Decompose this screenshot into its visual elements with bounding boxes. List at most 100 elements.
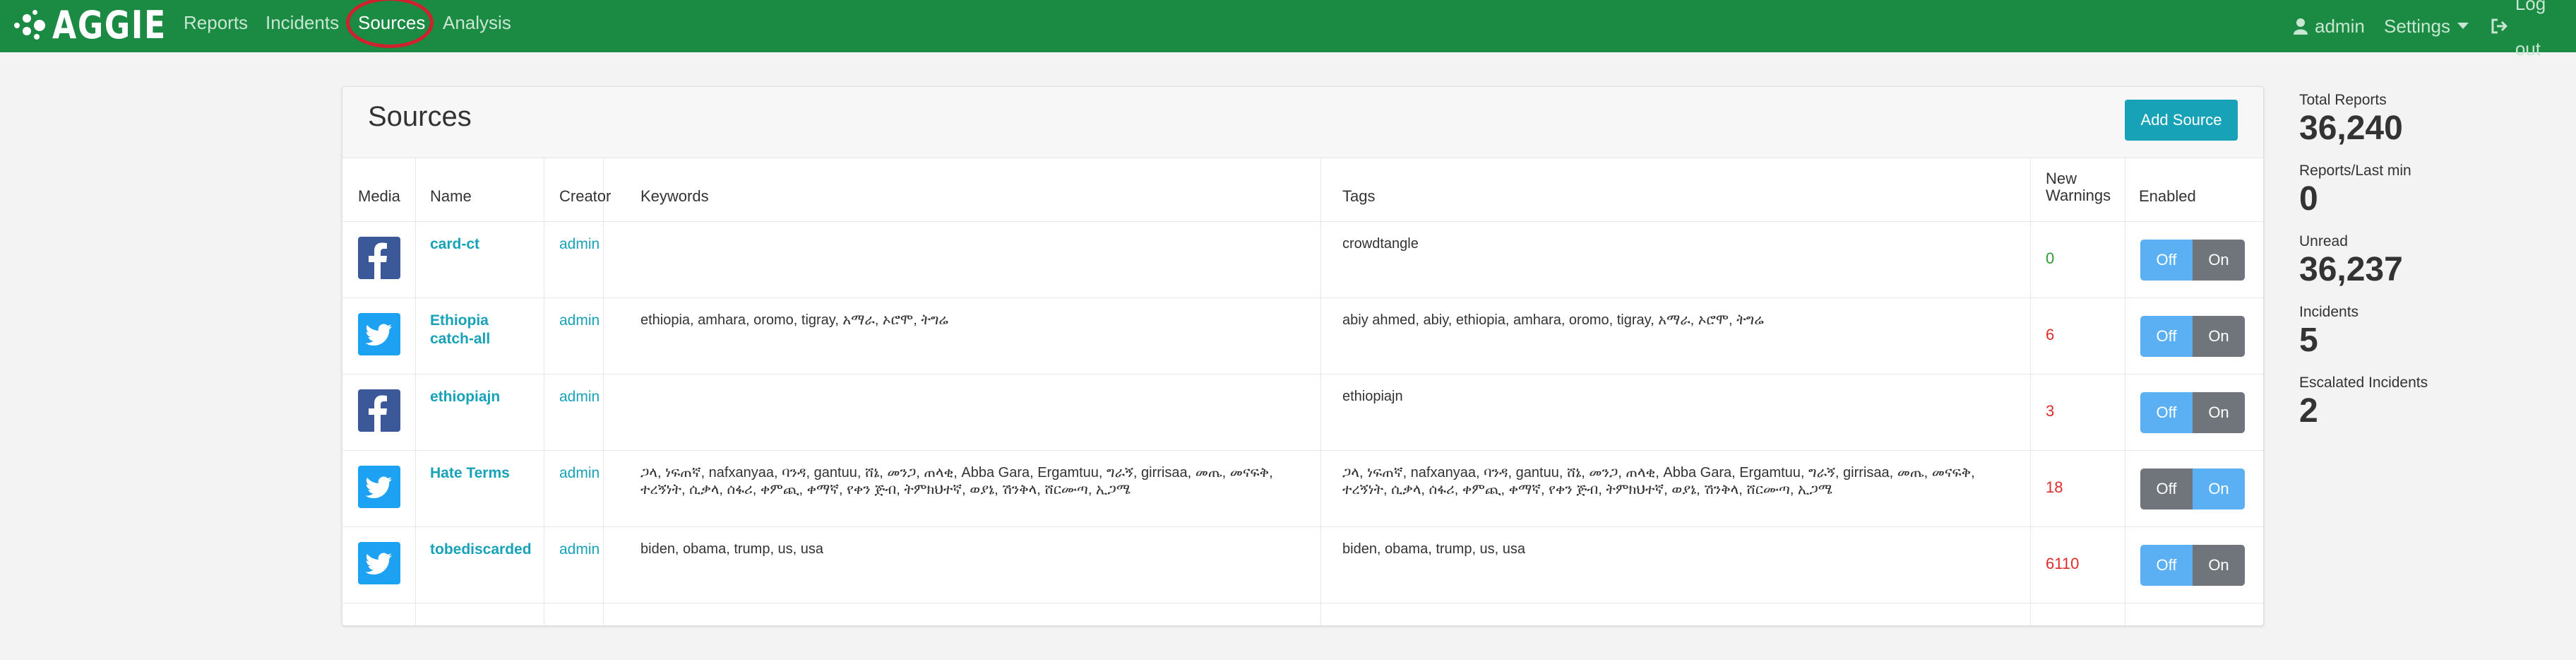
new-warnings-count: 3 bbox=[2046, 402, 2055, 420]
tags-cell: biden, obama, trump, us, usa bbox=[1342, 541, 2020, 558]
column-divider bbox=[2030, 158, 2031, 625]
toggle-on[interactable]: On bbox=[2193, 240, 2245, 281]
tags-cell: crowdtangle bbox=[1342, 235, 2020, 252]
source-name-line: catch-all bbox=[430, 331, 491, 347]
enabled-toggle[interactable]: Off On bbox=[2140, 240, 2245, 281]
header-keywords: Keywords bbox=[640, 187, 709, 205]
column-divider bbox=[603, 158, 604, 625]
header-new-warnings-line2: Warnings bbox=[2046, 187, 2111, 204]
toggle-off[interactable]: Off bbox=[2140, 545, 2193, 586]
tags-cell: ethiopiajn bbox=[1342, 388, 2020, 405]
row-divider bbox=[342, 374, 2263, 375]
new-warnings-count: 0 bbox=[2046, 249, 2055, 267]
stat-escalated-label: Escalated Incidents bbox=[2299, 375, 2428, 391]
new-warnings-count: 6 bbox=[2046, 326, 2055, 343]
brand-logo[interactable]: AGGIE bbox=[13, 4, 191, 47]
toggle-on[interactable]: On bbox=[2193, 469, 2245, 509]
enabled-toggle[interactable]: Off On bbox=[2140, 392, 2245, 433]
top-navbar: AGGIE Reports Incidents Sources Analysis… bbox=[0, 0, 2576, 59]
creator-link[interactable]: admin bbox=[559, 464, 600, 483]
twitter-icon bbox=[358, 313, 400, 355]
toggle-off[interactable]: Off bbox=[2140, 392, 2193, 433]
keywords-cell: ጋላ, ነፍጠኛ, nafxanyaa, ባንዳ, gantuu, ሸኔ, መን… bbox=[640, 464, 1318, 498]
column-divider bbox=[1320, 158, 1321, 625]
tags-cell: abiy ahmed, abiy, ethiopia, amhara, orom… bbox=[1342, 312, 2020, 329]
user-menu[interactable]: admin bbox=[2294, 0, 2365, 52]
tags-line: abiy ahmed, abiy, ethiopia, amhara, orom… bbox=[1342, 312, 1764, 328]
user-name: admin bbox=[2315, 16, 2365, 37]
facebook-icon bbox=[358, 237, 400, 279]
stat-total-reports-label: Total Reports bbox=[2299, 92, 2387, 108]
brand-name: AGGIE bbox=[52, 3, 167, 47]
toggle-off[interactable]: Off bbox=[2140, 316, 2193, 357]
page-title: Sources bbox=[368, 101, 472, 132]
creator-link[interactable]: admin bbox=[559, 235, 600, 254]
keywords-line: ethiopia, amhara, oromo, tigray, አማራ, ኦሮ… bbox=[640, 312, 948, 328]
panel-header: Sources Add Source bbox=[342, 87, 2263, 158]
toggle-off[interactable]: Off bbox=[2140, 469, 2193, 509]
toggle-off[interactable]: Off bbox=[2140, 240, 2193, 281]
nav-reports[interactable]: Reports bbox=[184, 0, 248, 52]
tags-cell: ጋላ, ነፍጠኛ, nafxanyaa, ባንዳ, gantuu, ሸኔ, መን… bbox=[1342, 464, 2020, 498]
keywords-line: biden, obama, trump, us, usa bbox=[640, 541, 824, 557]
tags-line: crowdtangle bbox=[1342, 236, 1419, 252]
tags-line: ተረኝነት, ሲቃላ, ሰፋሪ, ቀምጪ, ቀማኛ, የቀን ጅብ, ትምክህተ… bbox=[1342, 482, 1833, 497]
stat-incidents-value: 5 bbox=[2299, 322, 2318, 359]
facebook-icon bbox=[358, 389, 400, 432]
source-name-link[interactable]: ethiopiajn bbox=[430, 388, 500, 406]
sources-panel: Sources Add Source Media Name Creator Ke… bbox=[342, 86, 2264, 626]
tags-line: ጋላ, ነፍጠኛ, nafxanyaa, ባንዳ, gantuu, ሸኔ, መን… bbox=[1342, 465, 1975, 481]
header-media: Media bbox=[358, 187, 400, 205]
creator-link[interactable]: admin bbox=[559, 312, 600, 330]
nav-incidents[interactable]: Incidents bbox=[266, 0, 339, 52]
stat-reports-last-min-value: 0 bbox=[2299, 180, 2318, 218]
creator-link[interactable]: admin bbox=[559, 541, 600, 559]
row-divider bbox=[342, 526, 2263, 527]
keywords-line: ጋላ, ነፍጠኛ, nafxanyaa, ባንዳ, gantuu, ሸኔ, መን… bbox=[640, 465, 1273, 481]
enabled-toggle[interactable]: Off On bbox=[2140, 469, 2245, 509]
header-new-warnings-line1: New bbox=[2046, 170, 2077, 187]
row-divider bbox=[342, 221, 2263, 222]
source-name-link[interactable]: card-ct bbox=[430, 235, 479, 254]
row-divider bbox=[342, 297, 2263, 298]
header-tags: Tags bbox=[1342, 187, 1376, 205]
creator-link[interactable]: admin bbox=[559, 388, 600, 406]
stat-reports-last-min-label: Reports/Last min bbox=[2299, 163, 2411, 179]
logout-link[interactable]: Log out bbox=[2491, 0, 2576, 59]
logout-label: Log out bbox=[2515, 0, 2546, 59]
stat-total-reports-value: 36,240 bbox=[2299, 110, 2403, 147]
toggle-on[interactable]: On bbox=[2193, 316, 2245, 357]
tags-line: ethiopiajn bbox=[1342, 389, 1403, 404]
toggle-on[interactable]: On bbox=[2193, 545, 2245, 586]
header-enabled: Enabled bbox=[2139, 187, 2196, 205]
tags-line: biden, obama, trump, us, usa bbox=[1342, 541, 1526, 557]
enabled-toggle[interactable]: Off On bbox=[2140, 545, 2245, 586]
caret-down-icon bbox=[2457, 23, 2469, 29]
aggie-logo-icon bbox=[13, 8, 47, 42]
row-divider bbox=[342, 450, 2263, 451]
nav-analysis[interactable]: Analysis bbox=[443, 0, 511, 52]
settings-label: Settings bbox=[2384, 16, 2450, 37]
user-icon bbox=[2294, 18, 2308, 35]
twitter-icon bbox=[358, 542, 400, 584]
enabled-toggle[interactable]: Off On bbox=[2140, 316, 2245, 357]
stat-unread-label: Unread bbox=[2299, 233, 2348, 249]
source-name-line: Ethiopia bbox=[430, 312, 489, 329]
header-name: Name bbox=[430, 187, 472, 205]
new-warnings-count: 18 bbox=[2046, 478, 2063, 496]
keywords-cell: biden, obama, trump, us, usa bbox=[640, 541, 1318, 558]
source-name-link[interactable]: Ethiopia catch-all bbox=[430, 312, 490, 348]
header-new-warnings: New Warnings bbox=[2046, 170, 2111, 204]
stat-incidents-label: Incidents bbox=[2299, 304, 2359, 320]
settings-dropdown[interactable]: Settings bbox=[2384, 0, 2476, 52]
add-source-button[interactable]: Add Source bbox=[2125, 100, 2238, 141]
sign-out-icon bbox=[2491, 18, 2508, 34]
header-creator: Creator bbox=[559, 187, 612, 205]
toggle-on[interactable]: On bbox=[2193, 392, 2245, 433]
source-name-link[interactable]: tobediscarded bbox=[430, 541, 532, 559]
twitter-icon bbox=[358, 466, 400, 508]
stat-escalated-value: 2 bbox=[2299, 392, 2318, 430]
new-warnings-count: 6110 bbox=[2046, 555, 2080, 572]
source-name-link[interactable]: Hate Terms bbox=[430, 464, 510, 483]
keywords-cell: ethiopia, amhara, oromo, tigray, አማራ, ኦሮ… bbox=[640, 312, 1318, 329]
